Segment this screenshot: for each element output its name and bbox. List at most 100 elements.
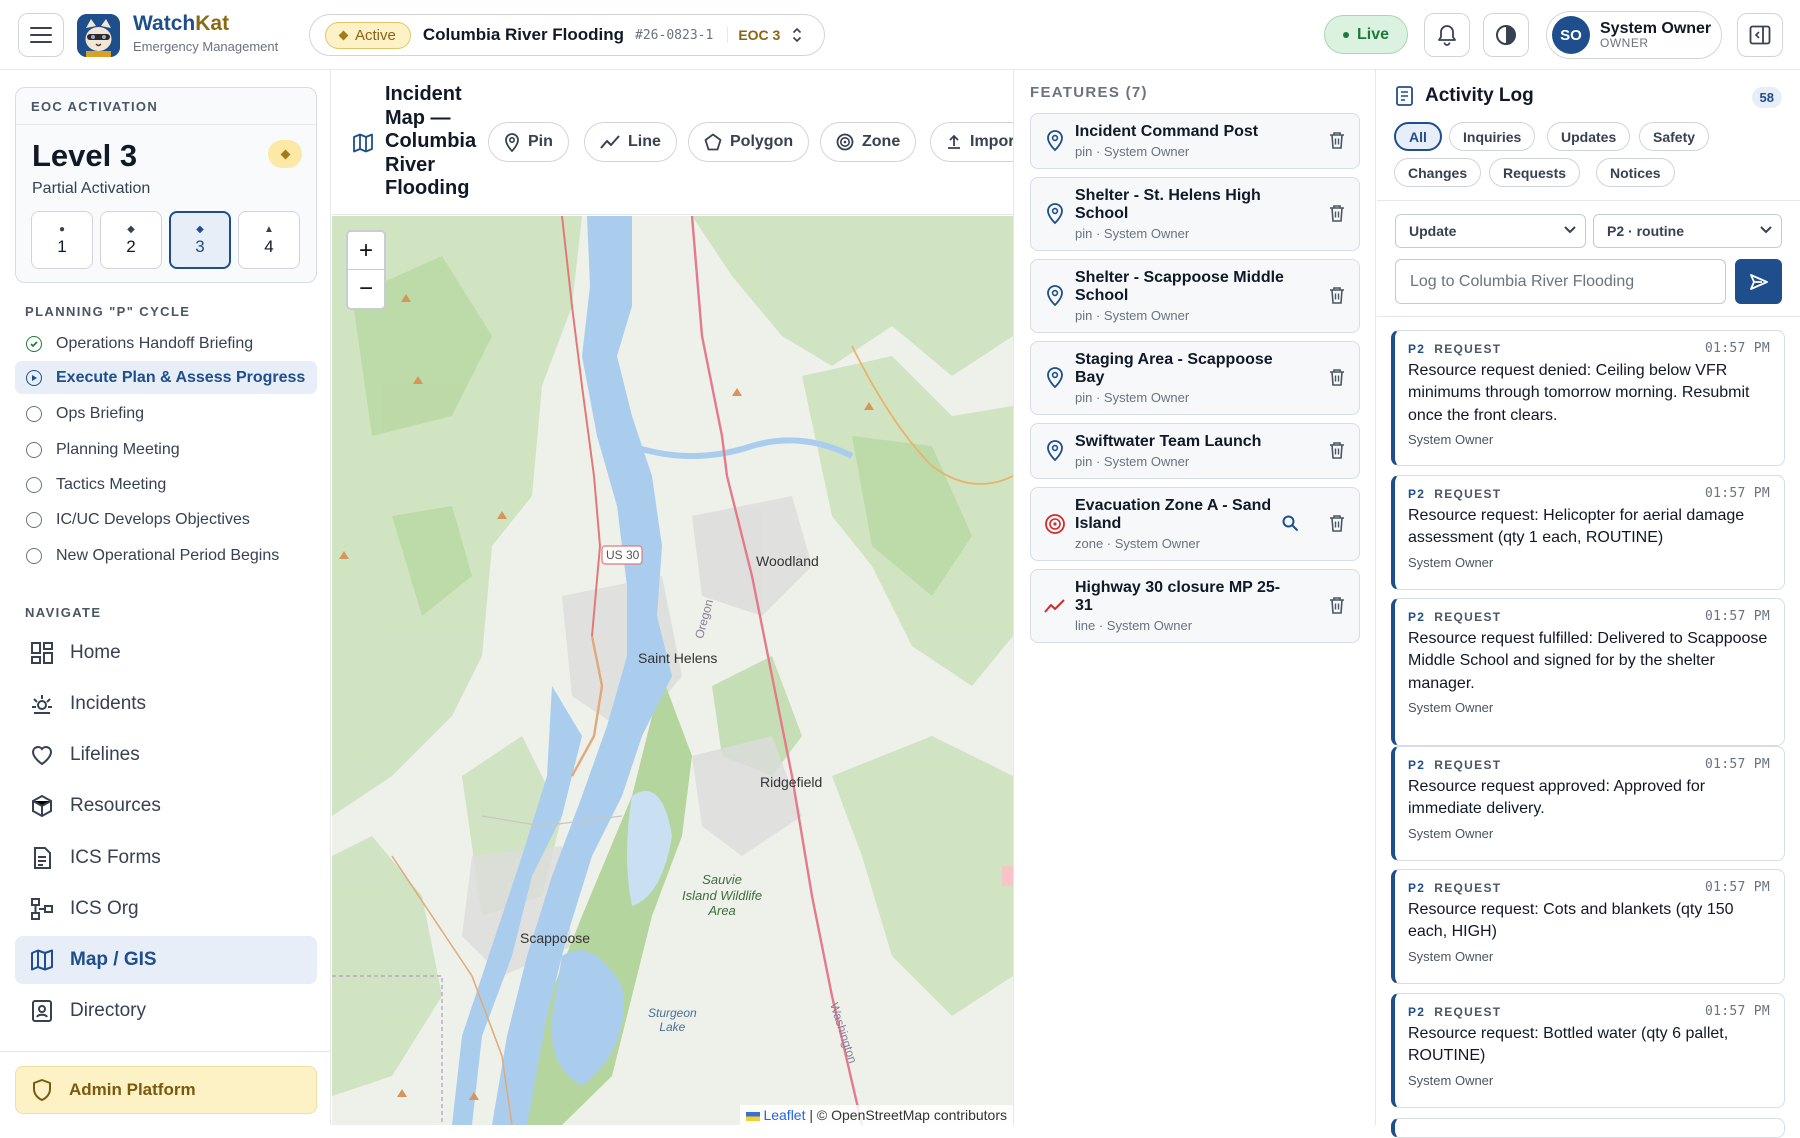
sidebar-item-home[interactable]: Home <box>15 629 317 677</box>
sidebar-item-directory[interactable]: Directory <box>15 987 317 1035</box>
eoc-level-button-2[interactable]: ◆ 2 <box>100 211 162 269</box>
sidebar-item-lifelines[interactable]: Lifelines <box>15 731 317 779</box>
trash-icon[interactable] <box>1329 596 1345 614</box>
sidebar-item-resources[interactable]: Resources <box>15 782 317 830</box>
feature-item[interactable]: Staging Area - Scappoose Bay pin · System… <box>1030 341 1360 415</box>
entry-kind-label: REQUEST <box>1434 341 1502 356</box>
step-status-icon <box>26 476 42 493</box>
upload-icon <box>948 134 960 149</box>
map-label-sauvie: Sauvie Island Wildlife Area <box>682 872 763 919</box>
filter-changes[interactable]: Changes <box>1394 158 1482 187</box>
trash-icon[interactable] <box>1329 204 1345 222</box>
incident-selector[interactable]: Active Columbia River Flooding #26-0823-… <box>309 14 825 56</box>
avatar: SO <box>1552 16 1590 54</box>
feature-item[interactable]: Incident Command Post pin · System Owner <box>1030 113 1360 169</box>
filter-all[interactable]: All <box>1394 122 1442 151</box>
admin-platform-button[interactable]: Admin Platform <box>15 1066 317 1114</box>
sidebar-item-ics-forms[interactable]: ICS Forms <box>15 834 317 882</box>
sidebar-item-label: Resources <box>70 795 161 816</box>
org-chart-icon <box>31 898 53 920</box>
entry-message: Resource request: Cots and blankets (qty… <box>1408 901 1734 941</box>
feature-name: Incident Command Post <box>1075 123 1259 140</box>
polygon-tool-button[interactable]: Polygon <box>688 122 810 162</box>
eoc-level-button-1[interactable]: ● 1 <box>31 211 93 269</box>
entry-type-select[interactable]: Update <box>1395 214 1586 248</box>
zoom-out-button[interactable]: − <box>348 270 384 308</box>
planning-step[interactable]: Execute Plan & Assess Progress <box>15 361 317 394</box>
trash-icon[interactable] <box>1329 131 1345 149</box>
entry-time: 01:57 PM <box>1704 486 1770 501</box>
activity-entry[interactable]: P2 REQUEST 01:57 PM Resource request: Helic… <box>1391 475 1785 590</box>
feature-name: Highway 30 closure MP 25-31 <box>1075 579 1281 614</box>
zone-tool-button[interactable]: Zone <box>820 122 917 162</box>
pin-icon <box>1047 367 1063 389</box>
sidebar-item-incidents[interactable]: Incidents <box>15 680 317 728</box>
sidebar-item-map-gis[interactable]: Map / GIS <box>15 936 317 984</box>
notifications-button[interactable] <box>1424 13 1470 57</box>
search-icon[interactable] <box>1281 514 1299 532</box>
planning-step[interactable]: IC/UC Develops Objectives <box>15 503 317 536</box>
activity-entry[interactable]: P2 REQUEST 01:57 PM Resource request fulfil… <box>1391 598 1785 746</box>
cat-logo-icon <box>77 14 120 57</box>
entry-kind-label: REQUEST <box>1434 609 1502 624</box>
planning-step[interactable]: New Operational Period Begins <box>15 539 317 572</box>
line-chart-icon <box>1044 599 1065 613</box>
activity-entry[interactable]: P2 REQUEST 01:57 PM Resource request denied… <box>1391 330 1785 466</box>
leaflet-link[interactable]: Leaflet <box>763 1107 805 1123</box>
activity-entry[interactable]: P2 REQUEST 01:57 PM Resource request approv… <box>1391 746 1785 861</box>
map-label-woodland: Woodland <box>756 553 819 569</box>
priority-label: P2 <box>1408 1004 1426 1019</box>
incident-id: #26-0823-1 <box>635 27 714 43</box>
planning-step[interactable]: Operations Handoff Briefing <box>15 327 317 360</box>
activity-entry[interactable]: P2 REQUEST 01:57 PM Resource request: Cots … <box>1391 869 1785 984</box>
feature-item[interactable]: Shelter - St. Helens High School pin · Sy… <box>1030 177 1360 251</box>
contrast-icon <box>1496 25 1516 45</box>
log-entry-input[interactable] <box>1395 259 1726 304</box>
eoc-level-button-4[interactable]: ▲ 4 <box>238 211 300 269</box>
package-icon <box>32 794 52 818</box>
trash-icon[interactable] <box>1329 441 1345 459</box>
left-sidebar: EOC ACTIVATION Level 3 Partial Activatio… <box>0 70 331 1125</box>
import-tool-button[interactable]: Import <box>930 122 1013 162</box>
trash-icon[interactable] <box>1329 514 1345 532</box>
planning-step[interactable]: Planning Meeting <box>15 433 317 466</box>
filter-safety[interactable]: Safety <box>1639 122 1710 151</box>
eoc-activation-card: EOC ACTIVATION Level 3 Partial Activatio… <box>15 87 317 283</box>
entry-time: 01:57 PM <box>1704 757 1770 772</box>
pin-tool-button[interactable]: Pin <box>488 122 569 162</box>
feature-item[interactable]: Highway 30 closure MP 25-31 line · System… <box>1030 569 1360 643</box>
planning-step[interactable]: Tactics Meeting <box>15 468 317 501</box>
eoc-level-button-3[interactable]: ◆ 3 <box>169 211 231 269</box>
filter-notices[interactable]: Notices <box>1596 158 1675 187</box>
trash-icon[interactable] <box>1329 286 1345 304</box>
entry-author: System Owner <box>1408 554 1494 570</box>
user-menu[interactable]: SO System Owner OWNER <box>1546 11 1722 59</box>
theme-toggle-button[interactable] <box>1483 13 1529 57</box>
eoc-card-title: EOC ACTIVATION <box>16 88 316 125</box>
pin-icon <box>1047 203 1063 225</box>
feature-item[interactable]: Shelter - Scappoose Middle School pin · S… <box>1030 259 1360 333</box>
trash-icon[interactable] <box>1329 368 1345 386</box>
send-log-button[interactable] <box>1735 259 1782 304</box>
zoom-in-button[interactable]: + <box>348 232 384 270</box>
app-logo[interactable] <box>77 14 120 57</box>
menu-button[interactable] <box>18 13 64 57</box>
feature-item[interactable]: Evacuation Zone A - Sand Island zone · Sy… <box>1030 487 1360 561</box>
pin-icon <box>505 133 519 152</box>
filter-updates[interactable]: Updates <box>1547 122 1631 151</box>
priority-label: P2 <box>1408 609 1426 624</box>
filter-requests[interactable]: Requests <box>1489 158 1581 187</box>
line-tool-button[interactable]: Line <box>584 122 677 162</box>
planning-step[interactable]: Ops Briefing <box>15 397 317 430</box>
map-canvas[interactable]: US 30 Woodland Saint Helens Ridgefield S… <box>332 216 1013 1125</box>
toggle-panel-button[interactable] <box>1737 13 1783 57</box>
activity-entry[interactable]: P2 REQUEST 01:57 PM Resource request: Bottl… <box>1391 993 1785 1108</box>
filter-inquiries[interactable]: Inquiries <box>1449 122 1536 151</box>
feature-item[interactable]: Swiftwater Team Launch pin · System Owner <box>1030 423 1360 479</box>
basemap <box>332 216 1013 1125</box>
activity-entry[interactable] <box>1391 1118 1785 1138</box>
priority-select[interactable]: P2 · routine <box>1593 214 1782 248</box>
eoc-activation-status: Partial Activation <box>32 180 151 197</box>
entry-author: System Owner <box>1408 700 1494 716</box>
sidebar-item-ics-org[interactable]: ICS Org <box>15 885 317 933</box>
